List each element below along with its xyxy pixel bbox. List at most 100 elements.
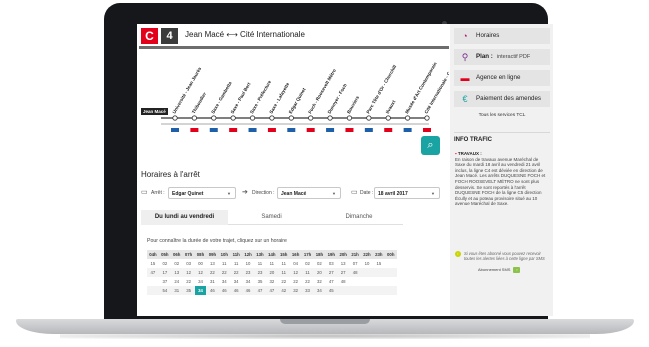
search-button[interactable]: ⌕	[421, 136, 440, 155]
departure-time[interactable]: 10	[361, 259, 373, 268]
departure-time[interactable]: 27	[325, 268, 337, 277]
departure-time[interactable]: 27	[337, 268, 349, 277]
departure-time[interactable]: 23	[254, 268, 266, 277]
stop-label[interactable]: Bouviers	[346, 95, 360, 115]
stop-dot[interactable]	[366, 115, 372, 121]
stop-dot[interactable]	[211, 115, 217, 121]
stop-label[interactable]: Thiboudier	[191, 91, 207, 114]
stop-label[interactable]: Saxe - Paul Bert	[230, 81, 252, 114]
departure-time[interactable]: 22	[278, 277, 290, 286]
departure-time[interactable]: 04	[290, 259, 302, 268]
departure-time[interactable]: 02	[302, 259, 314, 268]
departure-time[interactable]: 34	[313, 286, 325, 295]
departure-time[interactable]: 48	[349, 268, 361, 277]
departure-time[interactable]: 46	[230, 286, 242, 295]
stop-dot[interactable]	[191, 115, 197, 121]
date-select[interactable]: 18 avril 2017 ▼	[374, 187, 440, 199]
tab-sunday[interactable]: Dimanche	[315, 210, 403, 225]
departure-time[interactable]: 11	[278, 268, 290, 277]
departure-time[interactable]: 07	[349, 259, 361, 268]
departure-time[interactable]: 48	[337, 277, 349, 286]
departure-time[interactable]: 11	[218, 259, 230, 268]
stop-dot[interactable]	[288, 115, 294, 121]
departure-time[interactable]: 23	[242, 268, 254, 277]
departure-time[interactable]: 15	[147, 259, 159, 268]
departure-time[interactable]: 11	[302, 268, 314, 277]
departure-time[interactable]: 12	[183, 268, 195, 277]
stop-dot[interactable]	[172, 115, 178, 121]
sidebar-item-agence[interactable]: ▬ Agence en ligne	[454, 70, 550, 86]
departure-time[interactable]: 32	[313, 277, 325, 286]
departure-time[interactable]: 35	[183, 286, 195, 295]
departure-time[interactable]: 34	[218, 277, 230, 286]
departure-time[interactable]: 11	[230, 259, 242, 268]
departure-time[interactable]: 02	[171, 259, 183, 268]
stop-label[interactable]: Edgar Quinet	[288, 87, 307, 115]
departure-time[interactable]: 20	[266, 268, 278, 277]
stop-label[interactable]: Saxe - Gambetta	[210, 80, 233, 114]
departure-time[interactable]: 47	[266, 286, 278, 295]
stop-dot[interactable]	[249, 115, 256, 121]
departure-time[interactable]: 13	[171, 268, 183, 277]
departure-time[interactable]: 03	[183, 259, 195, 268]
stop-dot[interactable]	[346, 115, 353, 121]
departure-time[interactable]: 15	[373, 259, 385, 268]
departure-time[interactable]: 31	[171, 286, 183, 295]
departure-time[interactable]: 32	[266, 277, 278, 286]
departure-time[interactable]: 47	[325, 277, 337, 286]
departure-time[interactable]: 12	[195, 268, 207, 277]
departure-time[interactable]: 34	[195, 277, 207, 286]
departure-time[interactable]: 54	[159, 286, 171, 295]
departure-time[interactable]: 11	[254, 259, 266, 268]
departure-time[interactable]: 46	[242, 286, 254, 295]
departure-time[interactable]: 12	[290, 268, 302, 277]
stop-dot[interactable]	[308, 115, 314, 121]
departure-time[interactable]: 13	[337, 259, 349, 268]
departure-time[interactable]: 46	[218, 286, 230, 295]
departure-time[interactable]: 22	[206, 268, 218, 277]
stop-label[interactable]: Musée d'Art Contemporain	[404, 61, 438, 114]
direction-select[interactable]: Jean Macé ▼	[277, 187, 341, 199]
stop-label[interactable]: Ilvauxt	[385, 99, 397, 115]
departure-time[interactable]: 22	[302, 277, 314, 286]
sidebar-item-amendes[interactable]: € Paiement des amendes	[454, 91, 550, 107]
departure-time[interactable]: 03	[325, 259, 337, 268]
departure-time[interactable]: 17	[159, 268, 171, 277]
departure-time[interactable]: 10	[242, 259, 254, 268]
departure-time[interactable]: 02	[159, 259, 171, 268]
departure-time[interactable]: 22	[290, 277, 302, 286]
departure-time[interactable]: 22	[183, 277, 195, 286]
departure-time[interactable]: 22	[230, 268, 242, 277]
departure-time[interactable]: 47	[254, 286, 266, 295]
tab-saturday[interactable]: Samedi	[228, 210, 315, 225]
departure-time[interactable]: 20	[313, 268, 325, 277]
departure-time[interactable]: 42	[278, 286, 290, 295]
tab-weekdays[interactable]: Du lundi au vendredi	[141, 210, 228, 225]
departure-time[interactable]: 13	[206, 259, 218, 268]
departure-time[interactable]: 34	[242, 277, 254, 286]
departure-time[interactable]: 11	[278, 259, 290, 268]
departure-time[interactable]: 45	[325, 286, 337, 295]
departure-time[interactable]: 11	[266, 259, 278, 268]
stop-dot[interactable]	[424, 115, 430, 121]
departure-time[interactable]: 24	[171, 277, 183, 286]
departure-time[interactable]: 37	[159, 277, 171, 286]
stop-label[interactable]: Saxe - Lafayette	[268, 81, 290, 114]
departure-time[interactable]: 32	[290, 286, 302, 295]
departure-time[interactable]: 34	[194, 286, 207, 295]
all-services-link[interactable]: Tous les services TCL	[454, 113, 550, 118]
stop-select[interactable]: Edgar Quinet ▼	[168, 187, 236, 199]
sidebar-item-plan[interactable]: ⚲ Plan : interactif PDF	[454, 49, 550, 65]
departure-time[interactable]: 47	[147, 268, 159, 277]
stop-label[interactable]: Dunoyer - Foch	[327, 83, 348, 115]
departure-time[interactable]: 34	[230, 277, 242, 286]
stop-label[interactable]: Saxe - Préfecture	[249, 79, 272, 114]
sidebar-item-horaires[interactable]: ◔ Horaires	[454, 28, 550, 44]
departure-time[interactable]: 31	[206, 277, 218, 286]
departure-time[interactable]: 00	[195, 259, 207, 268]
departure-time[interactable]: 02	[313, 259, 325, 268]
departure-time[interactable]: 33	[302, 286, 314, 295]
stop-dot[interactable]	[269, 115, 275, 121]
sms-subscribe-button[interactable]: Abonnement SMS ›	[478, 267, 521, 273]
departure-time[interactable]: 22	[218, 268, 230, 277]
